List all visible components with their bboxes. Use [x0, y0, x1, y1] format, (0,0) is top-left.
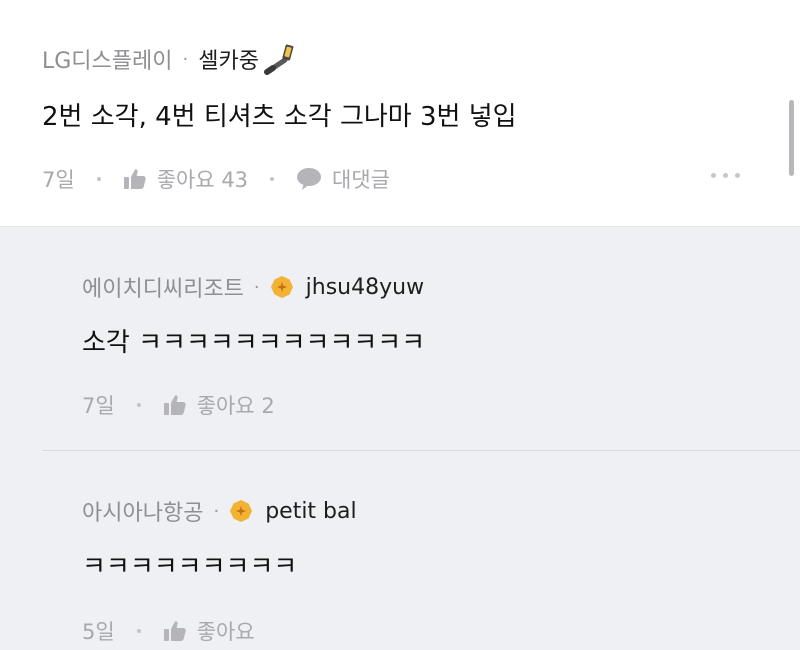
more-options-icon[interactable] [711, 173, 740, 178]
scrollbar[interactable] [789, 100, 794, 176]
reply-time: 7일 [82, 394, 115, 418]
separator-dot: · [182, 48, 189, 70]
like-button[interactable]: 좋아요 43 [123, 164, 248, 194]
reply-text: 소각 ㅋㅋㅋㅋㅋㅋㅋㅋㅋㅋㅋㅋ [82, 328, 426, 358]
badge-icon [270, 275, 294, 299]
reply-author-line: 아시아나항공 · petit bal [82, 495, 357, 527]
nickname[interactable]: jhsu48yuw [306, 275, 424, 300]
selfie-stick-icon [263, 42, 297, 76]
reply-button[interactable]: 대댓글 [296, 164, 390, 194]
reply-time: 5일 [82, 620, 115, 644]
speech-bubble-icon [296, 167, 322, 191]
company-name[interactable]: 아시아나항공 [82, 495, 203, 527]
company-name[interactable]: LG디스플레이 [42, 43, 173, 75]
badge-icon [229, 499, 253, 523]
like-label: 좋아요 43 [156, 168, 249, 192]
nickname[interactable]: 셀카중 [198, 43, 259, 75]
separator-dot: · [253, 276, 260, 298]
company-name[interactable]: 에이치디씨리조트 [82, 271, 244, 303]
reply-label: 대댓글 [332, 168, 391, 192]
thumbs-up-icon [123, 168, 147, 190]
separator-dot [136, 403, 141, 407]
like-label: 좋아요 2 [196, 394, 275, 418]
top-comment: LG디스플레이 · 셀카중 2번 소각, 4번 티셔츠 소각 그나마 3번 넣입… [0, 0, 800, 226]
separator-dot: · [213, 500, 220, 522]
reply-text: ㅋㅋㅋㅋㅋㅋㅋㅋㅋ [82, 552, 298, 582]
comment-actions: 7일 좋아요 43 대댓글 [42, 164, 390, 194]
separator-dot [96, 177, 101, 181]
reply-actions: 5일 좋아요 [82, 616, 255, 646]
reply-actions: 7일 좋아요 2 [82, 390, 275, 420]
separator-dot [136, 629, 141, 633]
separator-dot [270, 177, 275, 181]
like-label: 좋아요 [196, 620, 255, 644]
thumbs-up-icon [163, 394, 187, 416]
reply-divider [42, 450, 800, 451]
thumbs-up-icon [163, 620, 187, 642]
like-button[interactable]: 좋아요 [163, 616, 255, 646]
comment-time: 7일 [42, 168, 75, 192]
nickname[interactable]: petit bal [265, 499, 356, 524]
reply-author-line: 에이치디씨리조트 · jhsu48yuw [82, 271, 424, 303]
comment-text: 2번 소각, 4번 티셔츠 소각 그나마 3번 넣입 [42, 102, 517, 132]
like-button[interactable]: 좋아요 2 [163, 390, 275, 420]
comment-author-line: LG디스플레이 · 셀카중 [42, 42, 297, 76]
